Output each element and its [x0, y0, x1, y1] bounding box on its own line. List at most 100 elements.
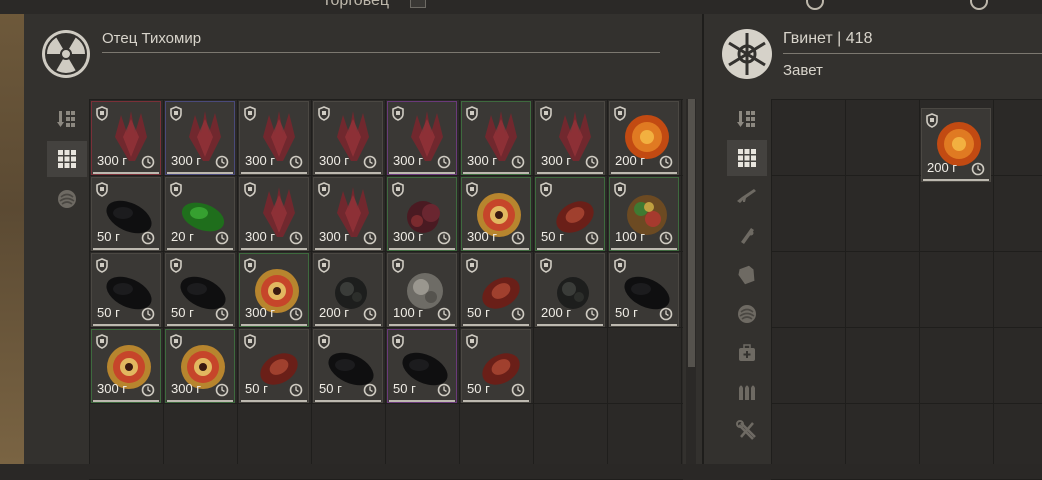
item-price: 300 г — [245, 229, 276, 244]
toggle-icon[interactable] — [970, 0, 988, 10]
scrollbar-thumb[interactable] — [688, 99, 695, 367]
item-price: 100 г — [393, 305, 424, 320]
trader-item-slot[interactable]: 20 г — [165, 177, 235, 251]
grid-line — [771, 99, 772, 464]
item-underline — [537, 248, 603, 250]
trader-item-slot[interactable]: 50 г — [609, 253, 679, 327]
trader-item-slot[interactable]: 200 г — [313, 253, 383, 327]
trader-item-slot[interactable]: 300 г — [535, 101, 605, 175]
shield-icon — [392, 182, 404, 197]
clock-icon — [289, 155, 303, 169]
shield-icon — [318, 106, 330, 121]
grid-line — [919, 99, 920, 464]
item-underline — [241, 400, 307, 402]
item-price: 50 г — [171, 305, 194, 320]
item-price: 300 г — [541, 153, 572, 168]
trader-item-slot[interactable]: 50 г — [535, 177, 605, 251]
filter-grid-button[interactable] — [47, 141, 87, 177]
filter-sort-button[interactable] — [47, 101, 87, 137]
item-price: 300 г — [171, 153, 202, 168]
trader-item-slot[interactable]: 300 г — [165, 329, 235, 403]
shield-icon — [466, 106, 478, 121]
trader-item-slot[interactable]: 50 г — [91, 253, 161, 327]
filter-artifact-button[interactable] — [727, 296, 767, 332]
trader-item-slot[interactable]: 300 г — [313, 101, 383, 175]
trader-item-slot[interactable]: 50 г — [461, 253, 531, 327]
item-underline — [241, 324, 307, 326]
filter-rifle-button[interactable] — [727, 179, 767, 215]
trader-item-slot[interactable]: 200 г — [609, 101, 679, 175]
item-price: 300 г — [97, 381, 128, 396]
player-item-slot[interactable]: 200 г — [921, 108, 991, 182]
grid-line — [771, 175, 1042, 176]
filter-tools-button[interactable] — [727, 413, 767, 449]
trader-item-slot[interactable]: 300 г — [239, 101, 309, 175]
trader-item-slot[interactable]: 300 г — [91, 101, 161, 175]
trader-item-slot[interactable]: 200 г — [535, 253, 605, 327]
item-underline — [537, 324, 603, 326]
trader-item-slot[interactable]: 300 г — [239, 253, 309, 327]
clock-icon — [511, 155, 525, 169]
item-underline — [923, 179, 989, 181]
grid-line — [311, 99, 312, 464]
filter-attachment-button[interactable] — [727, 218, 767, 254]
filter-artifact-button[interactable] — [47, 181, 87, 217]
item-underline — [463, 172, 529, 174]
item-underline — [389, 172, 455, 174]
trader-item-slot[interactable]: 50 г — [461, 329, 531, 403]
item-underline — [167, 324, 233, 326]
item-underline — [463, 248, 529, 250]
item-price: 200 г — [927, 160, 958, 175]
item-underline — [315, 248, 381, 250]
shield-icon — [244, 258, 256, 273]
player-name: Гвинет | 418 — [783, 30, 873, 47]
trader-item-slot[interactable]: 50 г — [387, 329, 457, 403]
item-price: 50 г — [615, 305, 638, 320]
trader-item-slot[interactable]: 50 г — [239, 329, 309, 403]
item-price: 300 г — [97, 153, 128, 168]
trader-item-slot[interactable]: 50 г — [91, 177, 161, 251]
clock-icon — [585, 231, 599, 245]
trader-item-slot[interactable]: 300 г — [387, 177, 457, 251]
filter-armor-button[interactable] — [727, 257, 767, 293]
shield-icon — [540, 182, 552, 197]
filter-grid-button[interactable] — [727, 140, 767, 176]
tools-icon — [736, 420, 756, 440]
clock-icon — [363, 383, 377, 397]
trader-item-slot[interactable]: 300 г — [91, 329, 161, 403]
trader-item-slot[interactable]: 300 г — [387, 101, 457, 175]
trader-item-slot[interactable]: 300 г — [461, 177, 531, 251]
trader-item-slot[interactable]: 300 г — [313, 177, 383, 251]
grid-line — [771, 403, 1042, 404]
item-underline — [389, 248, 455, 250]
grid-line — [993, 99, 994, 464]
grid-line — [771, 99, 1042, 100]
item-underline — [315, 400, 381, 402]
item-underline — [167, 248, 233, 250]
shield-icon — [170, 106, 182, 121]
clock-icon — [659, 231, 673, 245]
clock-icon — [141, 231, 155, 245]
player-underline — [783, 53, 1042, 54]
grid-line — [771, 327, 1042, 328]
attachment-icon — [741, 228, 754, 244]
trader-item-slot[interactable]: 300 г — [239, 177, 309, 251]
toggle-icon[interactable] — [806, 0, 824, 10]
filter-medkit-button[interactable] — [727, 335, 767, 371]
rifle-icon — [737, 189, 756, 203]
item-price: 300 г — [393, 153, 424, 168]
shield-icon — [466, 258, 478, 273]
filter-ammo-button[interactable] — [727, 374, 767, 410]
trader-item-slot[interactable]: 300 г — [461, 101, 531, 175]
item-underline — [241, 248, 307, 250]
trader-item-slot[interactable]: 100 г — [609, 177, 679, 251]
trader-item-slot[interactable]: 300 г — [165, 101, 235, 175]
item-underline — [611, 324, 677, 326]
trader-item-slot[interactable]: 50 г — [165, 253, 235, 327]
item-price: 50 г — [467, 305, 490, 320]
trader-item-slot[interactable]: 50 г — [313, 329, 383, 403]
trader-item-slot[interactable]: 100 г — [387, 253, 457, 327]
grid-line — [459, 99, 460, 464]
filter-sort-button[interactable] — [727, 101, 767, 137]
clock-icon — [215, 383, 229, 397]
